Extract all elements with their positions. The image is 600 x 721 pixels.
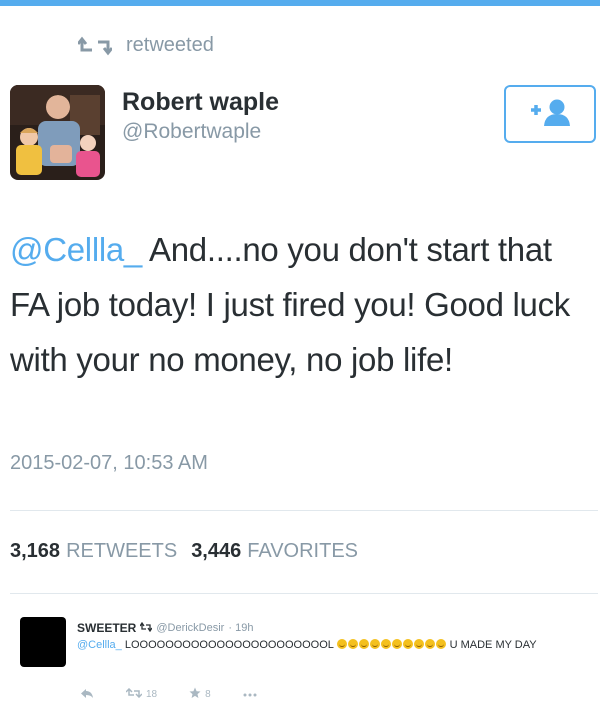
favorite-button[interactable]: 8 <box>189 687 211 702</box>
laughing-emoji-icon <box>435 639 446 649</box>
laughing-emoji-icon <box>336 639 347 649</box>
retweet-icon <box>139 621 153 635</box>
tweet-stats: 3,168 RETWEETS 3,446 FAVORITES <box>10 540 358 563</box>
laughing-emoji-icon <box>358 639 369 649</box>
avatar[interactable] <box>10 85 105 180</box>
reply-icon <box>80 688 94 702</box>
favorites-label: FAVORITES <box>247 540 359 562</box>
laughing-emoji-icon <box>413 639 424 649</box>
reply-retweet-count: 18 <box>146 689 158 700</box>
retweets-count: 3,168 <box>10 540 61 562</box>
retweets-label: RETWEETS <box>66 540 178 562</box>
more-button[interactable] <box>243 689 257 700</box>
follow-icon <box>527 97 573 132</box>
reply-avatar[interactable] <box>20 617 66 667</box>
reply-header: SWEETER @DerickDesir · 19h <box>77 621 253 635</box>
divider <box>10 510 598 511</box>
reply-actions: 18 8 <box>80 687 257 702</box>
laughing-emoji-icon <box>369 639 380 649</box>
retweets-stat[interactable]: 3,168 RETWEETS <box>10 540 177 563</box>
retweet-banner-label: retweeted <box>126 34 214 56</box>
reply-tweet: SWEETER @DerickDesir · 19h @Cellla_ LOOO… <box>0 600 600 721</box>
reply-body-end: U MADE MY DAY <box>446 639 537 651</box>
retweet-icon <box>76 36 114 56</box>
author-handle[interactable]: @Robertwaple <box>122 120 261 144</box>
author-name[interactable]: Robert waple <box>122 88 279 117</box>
reply-button[interactable] <box>80 688 94 702</box>
retweet-button[interactable]: 18 <box>125 687 158 701</box>
laughing-emoji-icon <box>402 639 413 649</box>
reply-time[interactable]: · 19h <box>228 622 253 634</box>
laughing-emoji-icon <box>347 639 358 649</box>
more-icon <box>243 689 257 700</box>
reply-text: @Cellla_ LOOOOOOOOOOOOOOOOOOOOOOOL U MAD… <box>77 638 577 653</box>
retweet-icon <box>125 687 143 701</box>
reply-author-handle[interactable]: @DerickDesir <box>156 622 224 634</box>
divider <box>10 593 598 594</box>
tweet-timestamp[interactable]: 2015-02-07, 10:53 AM <box>10 452 208 475</box>
emoji-row <box>336 639 447 651</box>
reply-favorite-count: 8 <box>205 689 211 700</box>
star-icon <box>189 687 201 702</box>
retweet-banner: retweeted <box>76 34 214 57</box>
reply-author-name[interactable]: SWEETER <box>77 621 136 635</box>
laughing-emoji-icon <box>380 639 391 649</box>
laughing-emoji-icon <box>424 639 435 649</box>
reply-body-start: LOOOOOOOOOOOOOOOOOOOOOOOL <box>121 639 334 651</box>
favorites-count: 3,446 <box>191 540 242 562</box>
favorites-stat[interactable]: 3,446 FAVORITES <box>191 540 358 563</box>
follow-button[interactable] <box>504 85 596 143</box>
top-accent-bar <box>0 0 600 6</box>
tweet-text: @Cellla_ And....no you don't start that … <box>10 222 595 387</box>
laughing-emoji-icon <box>391 639 402 649</box>
reply-mention-link[interactable]: @Cellla_ <box>77 639 122 651</box>
tweet-mention-link[interactable]: @Cellla_ <box>10 231 142 268</box>
